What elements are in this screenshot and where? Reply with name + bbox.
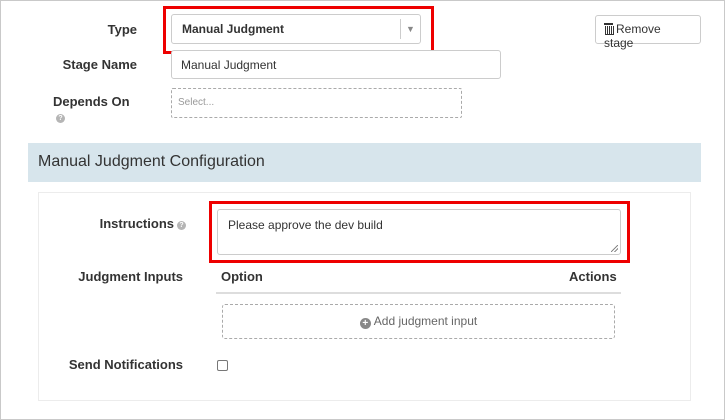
depends-on-select[interactable]: Select... xyxy=(171,88,462,118)
stage-name-label: Stage Name xyxy=(62,57,137,72)
send-notifications-checkbox[interactable] xyxy=(217,360,228,371)
instructions-textarea[interactable]: Please approve the dev build xyxy=(217,209,621,255)
judgment-inputs-label: Judgment Inputs xyxy=(78,269,183,284)
depends-on-label: Depends On xyxy=(53,94,130,109)
instructions-label: Instructions xyxy=(99,216,174,231)
column-header-option: Option xyxy=(221,269,263,284)
plus-circle-icon: + xyxy=(359,318,371,329)
chevron-down-icon: ▼ xyxy=(400,19,420,39)
instructions-text: Please approve the dev build xyxy=(228,218,383,232)
add-judgment-input-button[interactable]: + Add judgment input xyxy=(222,304,615,339)
send-notifications-label: Send Notifications xyxy=(68,357,183,372)
column-header-actions: Actions xyxy=(569,269,617,284)
type-select-value: Manual Judgment xyxy=(182,22,285,36)
table-divider xyxy=(216,292,621,294)
instructions-label-group: Instructions? xyxy=(61,216,186,231)
section-header: Manual Judgment Configuration xyxy=(28,143,701,182)
help-icon[interactable]: ? xyxy=(56,114,65,123)
depends-on-placeholder: Select... xyxy=(178,97,215,108)
section-title: Manual Judgment Configuration xyxy=(38,153,265,170)
trash-icon xyxy=(604,23,614,35)
add-judgment-input-label: Add judgment input xyxy=(373,314,478,328)
stage-name-input[interactable]: Manual Judgment xyxy=(171,50,501,79)
type-label: Type xyxy=(107,22,137,37)
stage-config-window: Type Manual Judgment ▼ Remove stage Stag… xyxy=(0,0,725,420)
type-select[interactable]: Manual Judgment ▼ xyxy=(171,14,421,44)
help-icon[interactable]: ? xyxy=(177,221,186,230)
remove-stage-button[interactable]: Remove stage xyxy=(595,15,701,50)
depends-on-label-group: Depends On? xyxy=(31,94,141,124)
resize-handle-icon[interactable] xyxy=(611,245,618,252)
